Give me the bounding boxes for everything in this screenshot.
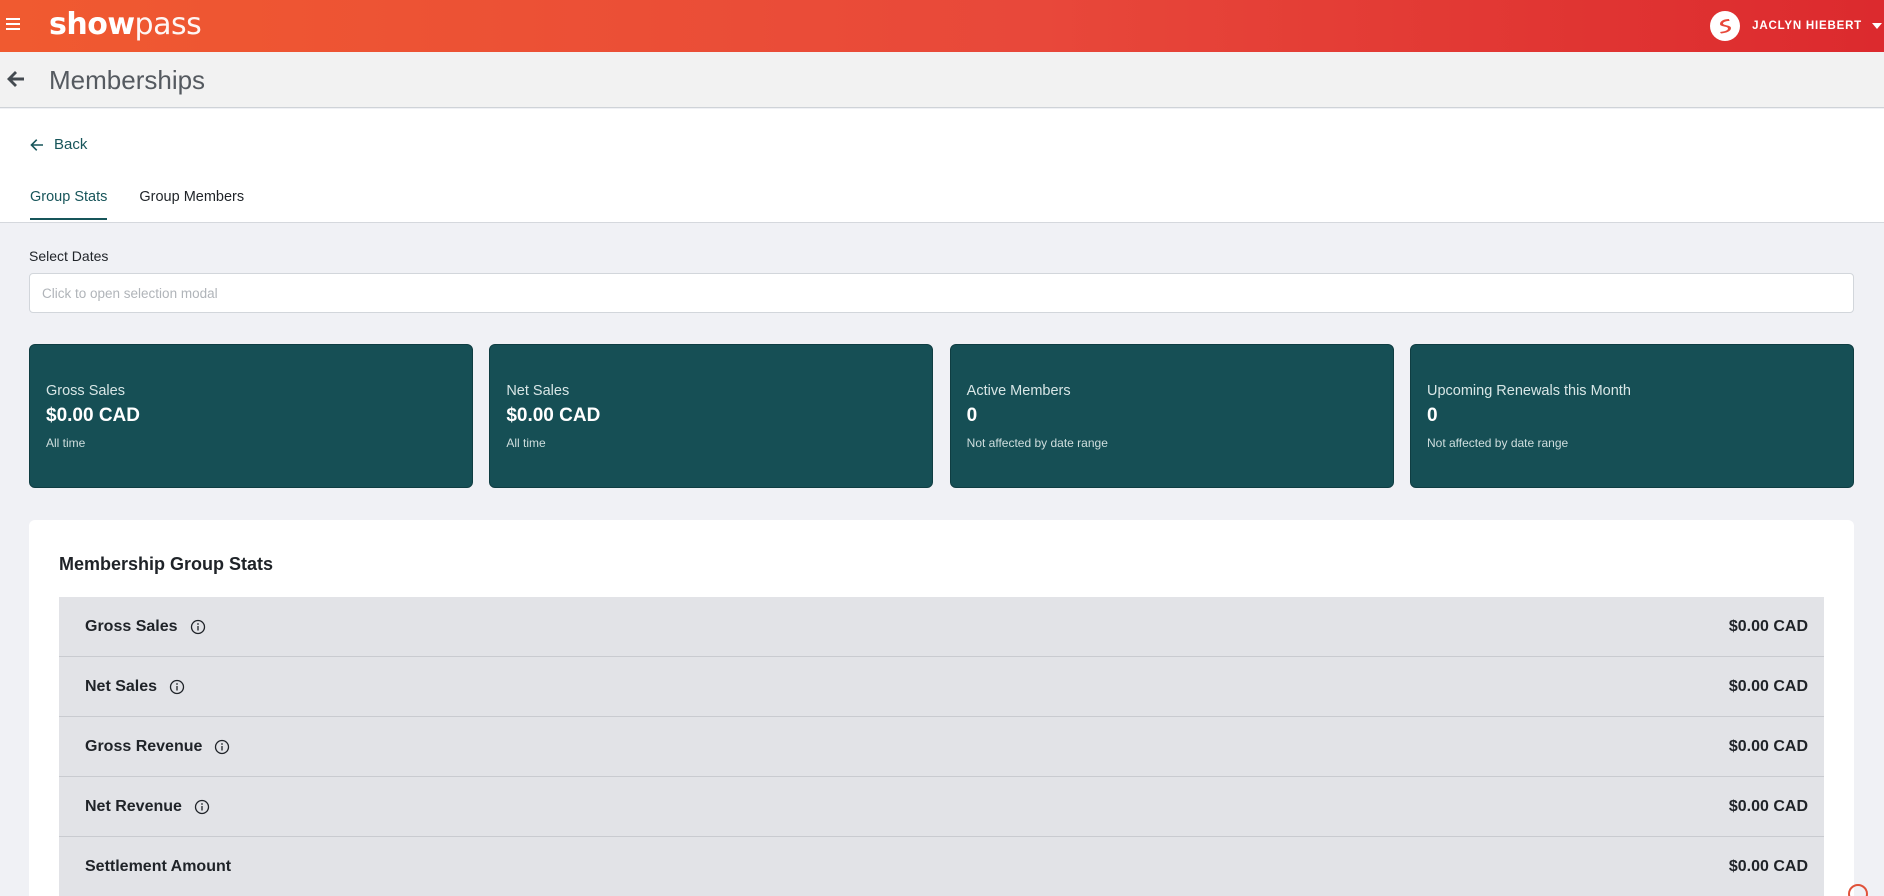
caret-down-icon (1872, 23, 1882, 29)
card-subtitle: All time (506, 436, 546, 450)
sub-navigation: Back Group Stats Group Members (0, 109, 1884, 223)
stats-title: Membership Group Stats (59, 554, 274, 574)
tab-group-members[interactable]: Group Members (139, 189, 244, 219)
card-label: Net Sales (506, 383, 570, 399)
card-label: Upcoming Renewals this Month (1426, 383, 1631, 399)
card-subtitle: All time (46, 436, 86, 450)
stats-table: Gross Sales $0.00 CAD Net Sales $0.00 CA… (59, 597, 1824, 896)
stat-row-net-revenue: Net Revenue $0.00 CAD (59, 777, 1824, 837)
stat-value: $0.00 CAD (1728, 677, 1808, 695)
info-icon[interactable] (169, 679, 185, 695)
stat-row-gross-revenue: Gross Revenue $0.00 CAD (59, 717, 1824, 777)
hamburger-menu-icon[interactable] (6, 18, 20, 30)
stat-row-net-sales: Net Sales $0.00 CAD (59, 657, 1824, 717)
showpass-avatar-icon (1710, 11, 1741, 41)
stat-label: Settlement Amount (85, 857, 232, 875)
user-name: JACLYN HIEBERT (1752, 20, 1862, 32)
card-value: $0.00 CAD (506, 405, 601, 426)
back-link[interactable]: Back (30, 136, 87, 153)
info-icon[interactable] (190, 619, 206, 635)
back-link-label: Back (54, 136, 88, 153)
tab-group-stats[interactable]: Group Stats (30, 189, 108, 220)
back-arrow-icon[interactable] (4, 67, 28, 91)
stat-label: Gross Revenue (85, 737, 203, 755)
info-icon[interactable] (214, 739, 230, 755)
logo-light-text: pass (134, 7, 202, 42)
card-gross-sales: Gross Sales $0.00 CAD All time (29, 344, 473, 488)
stat-label: Net Sales (85, 677, 158, 695)
user-menu[interactable]: JACLYN HIEBERT (1710, 6, 1884, 46)
stat-value: $0.00 CAD (1728, 797, 1808, 815)
stat-row-gross-sales: Gross Sales $0.00 CAD (59, 597, 1824, 657)
card-label: Gross Sales (46, 383, 125, 399)
select-dates-input[interactable] (29, 273, 1854, 313)
card-upcoming-renewals: Upcoming Renewals this Month 0 Not affec… (1409, 344, 1854, 488)
page-header: Memberships (0, 52, 1884, 108)
stat-value: $0.00 CAD (1728, 737, 1808, 755)
tab-bar: Group Stats Group Members (30, 189, 276, 220)
card-value: 0 (966, 405, 978, 426)
membership-group-stats-panel: Membership Group Stats Gross Sales $0.00… (29, 520, 1854, 896)
chat-widget-icon[interactable] (1848, 884, 1868, 896)
info-icon[interactable] (194, 799, 210, 815)
select-dates-label: Select Dates (29, 248, 109, 264)
stat-value: $0.00 CAD (1728, 617, 1808, 635)
card-subtitle: Not affected by date range (1426, 436, 1569, 450)
stat-value: $0.00 CAD (1728, 857, 1808, 875)
arrow-left-icon (30, 138, 43, 151)
stat-label: Net Revenue (85, 797, 182, 815)
page-title: Memberships (49, 65, 206, 95)
top-bar: showpass JACLYN HIEBERT (0, 0, 1884, 52)
logo-bold-text: show (49, 7, 135, 42)
card-value: 0 (1426, 405, 1438, 426)
card-label: Active Members (966, 383, 1071, 399)
showpass-logo[interactable]: showpass (49, 7, 202, 43)
card-value: $0.00 CAD (46, 405, 140, 426)
summary-cards: Gross Sales $0.00 CAD All time Net Sales… (29, 344, 1854, 488)
card-net-sales: Net Sales $0.00 CAD All time (489, 344, 934, 488)
stat-label: Gross Sales (85, 617, 178, 635)
card-subtitle: Not affected by date range (966, 436, 1108, 450)
card-active-members: Active Members 0 Not affected by date ra… (949, 344, 1394, 488)
stat-row-settlement-amount: Settlement Amount $0.00 CAD (59, 837, 1824, 896)
